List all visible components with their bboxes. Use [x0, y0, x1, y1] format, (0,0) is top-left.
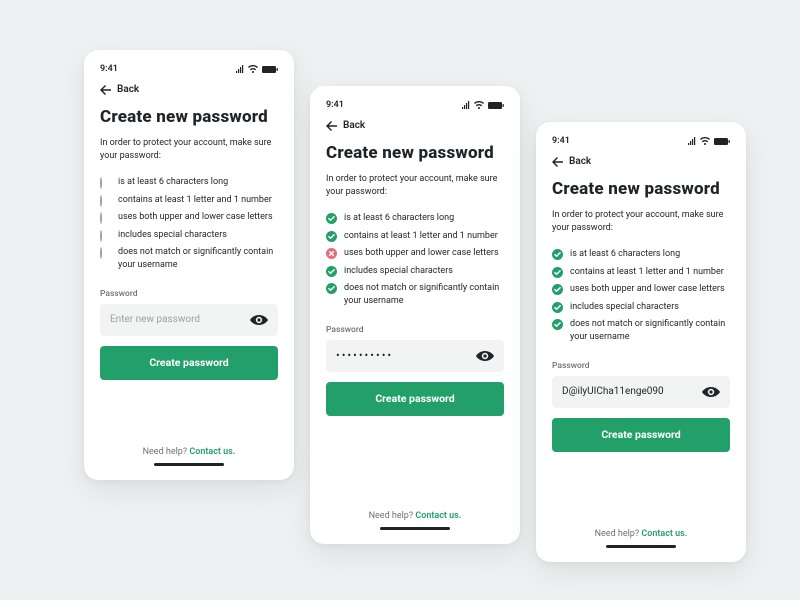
contact-link[interactable]: Contact us. [189, 447, 235, 457]
check-icon [326, 213, 337, 224]
x-icon [326, 248, 337, 259]
password-label: Password [326, 325, 504, 335]
requirement-item: is at least 6 characters long [100, 176, 278, 189]
check-icon [552, 267, 563, 278]
page-title: Create new password [552, 179, 730, 199]
requirement-item: includes special characters [326, 265, 504, 278]
check-icon [326, 283, 337, 294]
screen-valid-state: 9:41 Back Create new password In order t… [536, 122, 746, 562]
home-indicator [380, 527, 450, 530]
requirement-item: contains at least 1 letter and 1 number [552, 266, 730, 279]
check-icon [552, 249, 563, 260]
eye-icon[interactable] [250, 315, 268, 325]
status-time: 9:41 [326, 100, 344, 110]
requirement-item: includes special characters [100, 229, 278, 242]
page-title: Create new password [326, 143, 504, 163]
check-icon [552, 302, 563, 313]
wifi-icon [248, 65, 258, 73]
status-bar: 9:41 [100, 64, 278, 74]
page-title: Create new password [100, 107, 278, 127]
bullet-empty-icon [100, 177, 102, 189]
wifi-icon [474, 101, 484, 109]
contact-link[interactable]: Contact us. [641, 529, 687, 539]
back-label: Back [117, 84, 139, 95]
status-time: 9:41 [100, 64, 118, 74]
back-arrow-icon [552, 157, 563, 167]
check-icon [552, 284, 563, 295]
status-bar: 9:41 [552, 136, 730, 146]
requirement-list: is at least 6 characters long contains a… [326, 207, 504, 313]
status-bar: 9:41 [326, 100, 504, 110]
back-button[interactable]: Back [100, 84, 278, 95]
requirement-list: is at least 6 characters long contains a… [552, 243, 730, 349]
password-label: Password [552, 361, 730, 371]
wifi-icon [700, 137, 710, 145]
requirement-item: uses both upper and lower case letters [326, 247, 504, 260]
bullet-empty-icon [100, 212, 102, 224]
contact-link[interactable]: Contact us. [415, 511, 461, 521]
password-value: •••••••••• [336, 349, 476, 362]
back-label: Back [569, 156, 591, 167]
requirement-item: contains at least 1 letter and 1 number [326, 230, 504, 243]
create-password-button[interactable]: Create password [552, 418, 730, 452]
password-label: Password [100, 289, 278, 299]
password-value: D@ilyUICha11enge090 [562, 386, 702, 397]
screen-partial-state: 9:41 Back Create new password In order t… [310, 86, 520, 544]
signal-icon [236, 65, 244, 73]
back-arrow-icon [100, 85, 111, 95]
create-password-button[interactable]: Create password [326, 382, 504, 416]
help-text: Need help? Contact us. [326, 511, 504, 521]
eye-icon[interactable] [702, 387, 720, 397]
requirement-item: uses both upper and lower case letters [552, 283, 730, 296]
requirement-item: is at least 6 characters long [552, 248, 730, 261]
check-icon [552, 319, 563, 330]
password-input[interactable]: D@ilyUICha11enge090 [552, 376, 730, 408]
requirement-item: includes special characters [552, 301, 730, 314]
password-placeholder: Enter new password [110, 314, 250, 325]
intro-text: In order to protect your account, make s… [100, 137, 278, 163]
eye-icon[interactable] [476, 351, 494, 361]
requirement-item: does not match or significantly contain … [100, 246, 278, 271]
back-label: Back [343, 120, 365, 131]
status-time: 9:41 [552, 136, 570, 146]
bullet-empty-icon [100, 230, 102, 242]
home-indicator [154, 463, 224, 466]
back-button[interactable]: Back [552, 156, 730, 167]
battery-icon [488, 102, 504, 109]
requirement-item: uses both upper and lower case letters [100, 211, 278, 224]
requirement-item: does not match or significantly contain … [326, 282, 504, 307]
battery-icon [262, 66, 278, 73]
signal-icon [688, 137, 696, 145]
create-password-button[interactable]: Create password [100, 346, 278, 380]
password-input[interactable]: Enter new password [100, 304, 278, 336]
requirement-item: is at least 6 characters long [326, 212, 504, 225]
screen-empty-state: 9:41 Back Create new password In order t… [84, 50, 294, 480]
signal-icon [462, 101, 470, 109]
intro-text: In order to protect your account, make s… [552, 209, 730, 235]
check-icon [326, 266, 337, 277]
back-button[interactable]: Back [326, 120, 504, 131]
home-indicator [606, 545, 676, 548]
password-input[interactable]: •••••••••• [326, 340, 504, 372]
help-text: Need help? Contact us. [100, 447, 278, 457]
battery-icon [714, 138, 730, 145]
bullet-empty-icon [100, 247, 102, 259]
requirement-item: does not match or significantly contain … [552, 318, 730, 343]
intro-text: In order to protect your account, make s… [326, 173, 504, 199]
requirement-list: is at least 6 characters long contains a… [100, 171, 278, 277]
back-arrow-icon [326, 121, 337, 131]
check-icon [326, 231, 337, 242]
bullet-empty-icon [100, 195, 102, 207]
help-text: Need help? Contact us. [552, 529, 730, 539]
requirement-item: contains at least 1 letter and 1 number [100, 194, 278, 207]
